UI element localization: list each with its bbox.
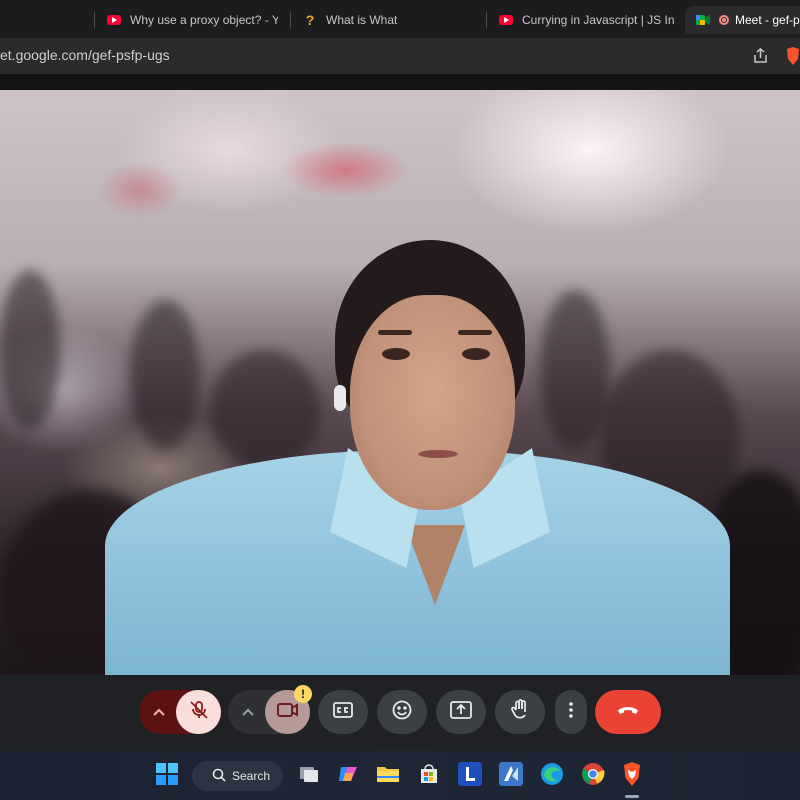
leave-call-button[interactable] [595,690,661,734]
emoji-icon [392,700,412,725]
background-person [210,350,320,470]
tab-title: What is What [326,13,398,27]
mic-control-group [139,690,221,734]
dev-tool-icon [499,761,523,791]
mic-options-button[interactable] [139,690,179,734]
edge-icon [540,762,564,791]
chevron-up-icon [242,703,254,721]
youtube-icon [498,12,514,28]
url-text[interactable]: et.google.com/gef-psfp-ugs [0,47,170,63]
more-options-button[interactable] [555,690,587,734]
video-area [0,74,800,675]
chrome-icon [581,762,605,791]
participant-video [0,90,800,675]
question-icon: ? [305,12,315,28]
task-view-button[interactable] [295,762,323,790]
brave-shields-icon[interactable] [786,47,800,70]
windows-taskbar: Search [0,751,800,800]
participant-brow [458,330,492,335]
microsoft-store-button[interactable] [415,762,443,790]
camera-options-button[interactable] [228,690,268,734]
share-icon[interactable] [752,48,770,69]
tab-title: Currying in Javascript | JS Inter [522,13,674,27]
taskbar-search[interactable]: Search [192,761,283,791]
participant-eye [462,348,490,360]
more-vert-icon [569,701,573,723]
participant-mouth [418,450,458,458]
recording-indicator-icon [719,15,729,25]
l-app-icon [458,761,482,791]
tab-separator [290,12,291,28]
search-icon [212,768,226,785]
captions-button[interactable] [318,690,368,734]
edge-button[interactable] [538,762,566,790]
tab-what-is-what[interactable]: ? What is What [302,6,472,34]
youtube-icon [106,12,122,28]
present-screen-icon [450,700,472,724]
reactions-button[interactable] [377,690,427,734]
closed-captions-icon [333,701,353,723]
task-view-icon [298,764,320,789]
copilot-button[interactable] [334,762,362,790]
camera-warning-badge[interactable]: ! [294,685,312,703]
dev-tool-button[interactable] [497,761,525,791]
tab-separator [94,12,95,28]
tab-title: Why use a proxy object? - You [130,13,278,27]
file-explorer-button[interactable] [374,762,402,790]
meet-control-bar: ! [0,675,800,751]
hand-icon [511,698,529,726]
earbud [334,385,346,411]
tab-google-meet[interactable]: Meet - gef-ps [685,6,800,34]
brave-button[interactable] [618,761,646,791]
search-label: Search [232,769,271,783]
participant-eye [382,348,410,360]
background-person [130,300,200,450]
copilot-icon [337,763,359,790]
l-app-button[interactable] [456,761,484,791]
call-end-icon [617,703,639,721]
windows-start-icon [156,762,178,790]
chrome-button[interactable] [579,762,607,790]
active-app-indicator [625,795,639,798]
browser-tab-strip: Why use a proxy object? - You ? What is … [0,0,800,38]
mic-toggle-button[interactable] [176,690,221,734]
address-bar[interactable]: et.google.com/gef-psfp-ugs [0,38,800,74]
background-person [540,290,610,450]
participant-brow [378,330,412,335]
tab-proxy-object[interactable]: Why use a proxy object? - You [106,6,278,34]
google-meet-icon [695,12,711,28]
tab-title: Meet - gef-ps [735,13,800,27]
participant-face [350,295,515,510]
brave-icon [622,761,642,791]
tab-currying-javascript[interactable]: Currying in Javascript | JS Inter [498,6,674,34]
tab-separator [486,12,487,28]
chevron-up-icon [153,703,165,721]
file-explorer-icon [376,764,400,789]
present-screen-button[interactable] [436,690,486,734]
raise-hand-button[interactable] [495,690,545,734]
videocam-icon [276,702,299,723]
windows-start-button[interactable] [153,762,181,790]
background-person [0,270,60,430]
mic-off-icon [189,700,209,725]
microsoft-store-icon [418,763,440,790]
